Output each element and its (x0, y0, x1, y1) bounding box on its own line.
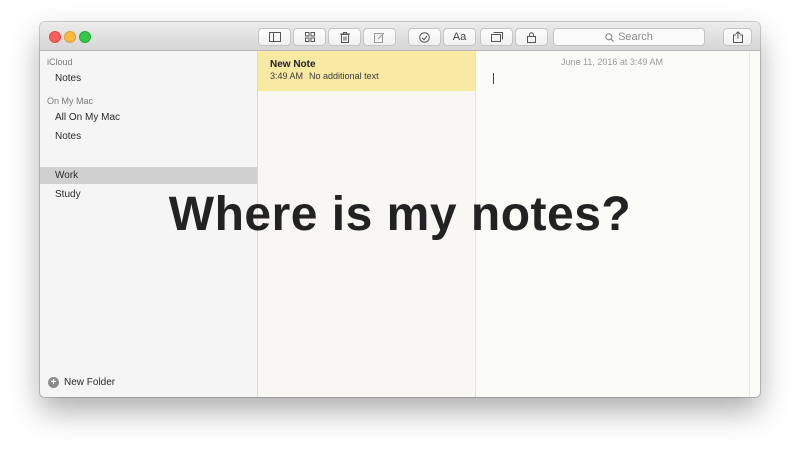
checklist-button[interactable] (408, 28, 441, 46)
checklist-icon (419, 31, 430, 43)
plus-circle-icon: + (48, 377, 59, 388)
note-title: New Note (270, 59, 316, 70)
search-field[interactable]: Search (553, 28, 705, 46)
close-button[interactable] (49, 31, 61, 43)
lock-icon (527, 31, 536, 43)
share-button[interactable] (723, 28, 752, 46)
sidebar-toggle-button[interactable] (258, 28, 291, 46)
search-icon (605, 32, 615, 42)
note-time: 3:49 AM (270, 71, 304, 81)
gallery-grid-icon (304, 32, 315, 42)
new-folder-button[interactable]: + New Folder (48, 377, 115, 388)
share-icon (732, 31, 743, 43)
search-placeholder: Search (618, 31, 653, 43)
note-subtitle: 3:49 AM No additional text (270, 71, 475, 81)
sidebar-item-notes[interactable]: Notes (40, 128, 257, 145)
sidebar-item-all-on-my-mac[interactable]: All On My Mac (40, 109, 257, 126)
list-item[interactable]: New Note 3:49 AM No additional text (258, 51, 475, 91)
sidebar-item-work[interactable]: Work (40, 167, 257, 184)
sidebar-toggle-icon (268, 32, 281, 42)
note-timestamp: June 11, 2016 at 3:49 AM (561, 57, 663, 67)
title-bar: Aa Search (40, 22, 760, 51)
trash-icon (339, 31, 350, 43)
new-folder-label: New Folder (64, 377, 116, 388)
attachments-icon (490, 32, 503, 42)
compose-button[interactable] (363, 28, 396, 46)
format-button[interactable]: Aa (443, 28, 476, 46)
gallery-view-button[interactable] (293, 28, 326, 46)
compose-icon (374, 32, 385, 43)
sidebar-section-on-my-mac: On My Mac (47, 96, 94, 106)
minimize-button[interactable] (64, 31, 76, 43)
attachments-button[interactable] (480, 28, 513, 46)
delete-button[interactable] (328, 28, 361, 46)
note-preview: No additional text (309, 71, 379, 81)
text-caret (493, 73, 494, 84)
sidebar-section-icloud: iCloud (47, 57, 73, 67)
format-text-icon: Aa (452, 31, 467, 43)
overlay-caption: Where is my notes? (168, 188, 632, 241)
lock-button[interactable] (515, 28, 548, 46)
sidebar-item-icloud-notes[interactable]: Notes (40, 70, 257, 87)
zoom-button[interactable] (79, 31, 91, 43)
